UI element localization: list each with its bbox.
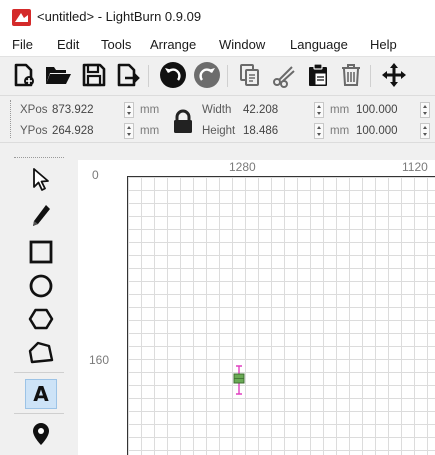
ruler-label-160: 160 [89,353,110,367]
copy-icon [240,64,259,86]
text-icon: A [33,382,49,406]
main-toolbar [0,56,435,94]
menu-arrange[interactable]: Arrange [150,37,196,52]
ellipse-icon [29,274,53,298]
new-file-button[interactable] [8,59,40,91]
ellipse-tool-button[interactable] [25,271,57,301]
selected-shape[interactable] [231,365,247,395]
text-tool-button[interactable]: A [25,379,57,409]
menu-window[interactable]: Window [219,37,265,52]
horizontal-ruler: 1280 1120 [120,160,435,176]
xpos-field[interactable]: 873.922 [52,104,94,116]
ruler-label-1120: 1120 [402,160,428,174]
height-field[interactable]: 18.486 [243,125,278,137]
cut-button[interactable] [268,59,300,91]
paste-button[interactable] [302,59,334,91]
menu-edit[interactable]: Edit [57,37,79,52]
toolbar-separator [148,65,149,87]
panel-separator [14,372,64,373]
width-field[interactable]: 42.208 [243,104,278,116]
edit-nodes-button[interactable] [25,338,57,368]
redo-icon [194,62,220,88]
scale-width-field[interactable]: 100.000 [356,104,398,116]
height-spinner[interactable] [314,123,324,139]
menu-tools[interactable]: Tools [101,37,131,52]
rectangle-tool-button[interactable] [25,237,57,267]
ypos-unit: mm [140,125,160,137]
width-spinner[interactable] [314,102,324,118]
ruler-label-0: 0 [92,168,99,182]
scale-width-spinner[interactable] [420,102,430,118]
delete-icon [342,64,360,86]
draw-lines-button[interactable] [25,201,57,231]
save-button[interactable] [78,59,110,91]
ypos-field[interactable]: 264.928 [52,125,94,137]
menu-language[interactable]: Language [290,37,348,52]
move-button[interactable] [378,59,410,91]
numeric-edits-toolbar: XPos 873.922 mm YPos 264.928 mm Width 42… [0,95,435,143]
work-area-canvas[interactable] [127,176,435,455]
panel-separator [14,413,64,414]
position-laser-button[interactable] [25,419,57,449]
select-arrow-icon [33,168,49,191]
xpos-label: XPos [20,104,48,116]
ypos-spinner[interactable] [124,123,134,139]
title-bar: <untitled> - LightBurn 0.9.09 [0,0,435,34]
ruler-label-1280: 1280 [229,160,256,174]
lock-aspect-button[interactable] [172,109,194,135]
import-icon [117,63,140,87]
redo-button[interactable] [191,59,223,91]
width-unit: mm [330,104,350,116]
xpos-spinner[interactable] [124,102,134,118]
edit-nodes-icon [28,341,54,364]
select-tool-button[interactable] [25,165,57,195]
lock-icon [174,109,192,133]
undo-icon [160,62,186,88]
import-button[interactable] [112,59,144,91]
menu-bar: File Edit Tools Arrange Window Language … [0,34,435,56]
undo-button[interactable] [157,59,189,91]
scale-height-spinner[interactable] [420,123,430,139]
width-label: Width [202,104,232,116]
new-file-icon [14,63,34,87]
ypos-label: YPos [20,125,48,137]
vertical-ruler: 0 160 [78,160,120,455]
canvas-margin [120,176,127,455]
xpos-unit: mm [140,104,160,116]
paste-icon [309,63,327,86]
toolbar-separator [370,65,371,87]
rectangle-icon [29,240,53,264]
menu-help[interactable]: Help [370,37,397,52]
scale-height-field[interactable]: 100.000 [356,125,398,137]
delete-button[interactable] [335,59,367,91]
height-label: Height [202,125,236,137]
open-folder-icon [46,67,71,84]
move-icon [382,63,406,87]
menu-file[interactable]: File [12,37,33,52]
polygon-tool-button[interactable] [25,304,57,334]
save-icon [82,63,106,87]
lightburn-window: <untitled> - LightBurn 0.9.09 File Edit … [0,0,435,455]
polygon-icon [28,308,54,330]
open-button[interactable] [42,59,74,91]
cut-icon [273,66,295,88]
toolbar-grip[interactable] [14,157,64,159]
position-pin-icon [33,423,49,445]
window-title: <untitled> - LightBurn 0.9.09 [37,9,202,24]
lightburn-app-icon [12,9,31,26]
height-unit: mm [330,125,350,137]
creation-tools-panel: A [0,151,78,455]
toolbar-separator [227,65,228,87]
pencil-icon [33,205,50,226]
copy-button[interactable] [234,59,266,91]
toolbar-grip[interactable] [10,100,13,138]
